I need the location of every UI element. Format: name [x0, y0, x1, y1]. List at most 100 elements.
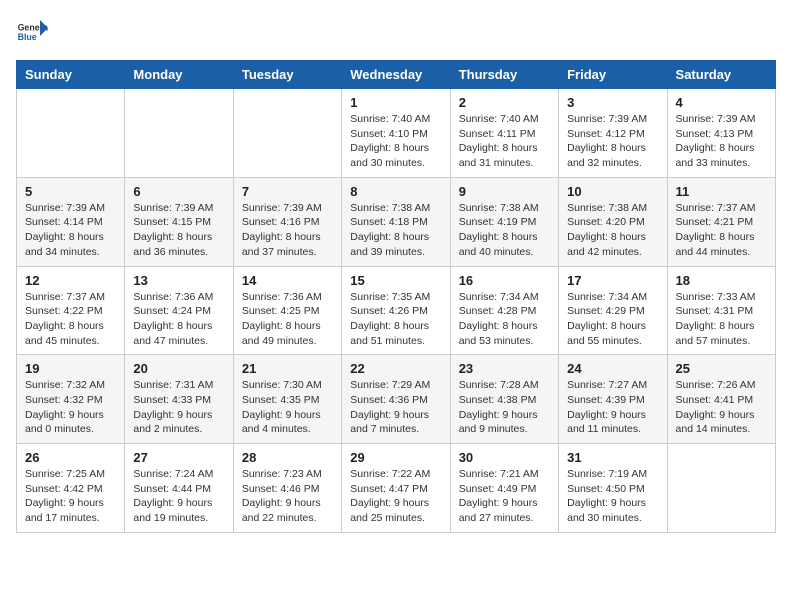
day-info: Sunrise: 7:32 AM Sunset: 4:32 PM Dayligh… [25, 378, 116, 437]
svg-text:Blue: Blue [18, 32, 37, 42]
day-number: 9 [459, 184, 550, 199]
day-info: Sunrise: 7:31 AM Sunset: 4:33 PM Dayligh… [133, 378, 224, 437]
day-number: 17 [567, 273, 658, 288]
day-info: Sunrise: 7:34 AM Sunset: 4:28 PM Dayligh… [459, 290, 550, 349]
header-sunday: Sunday [17, 61, 125, 89]
day-number: 12 [25, 273, 116, 288]
calendar-cell-w1-d1 [17, 89, 125, 178]
day-number: 22 [350, 361, 441, 376]
calendar-cell-w3-d5: 16 Sunrise: 7:34 AM Sunset: 4:28 PM Dayli… [450, 266, 558, 355]
week-row-4: 19Sunrise: 7:32 AM Sunset: 4:32 PM Dayli… [17, 355, 776, 444]
day-info: Sunrise: 7:37 AM Sunset: 4:22 PM Dayligh… [25, 290, 116, 349]
day-info: Sunrise: 7:29 AM Sunset: 4:36 PM Dayligh… [350, 378, 441, 437]
day-info: Sunrise: 7:34 AM Sunset: 4:29 PM Dayligh… [567, 290, 658, 349]
calendar-cell-w5-d5: 30 Sunrise: 7:21 AM Sunset: 4:49 PM Dayli… [450, 444, 558, 533]
day-info: Sunrise: 7:40 AM Sunset: 4:10 PM Dayligh… [350, 112, 441, 171]
calendar-header-row: SundayMondayTuesdayWednesdayThursdayFrid… [17, 61, 776, 89]
calendar-cell-w4-d1: 19Sunrise: 7:32 AM Sunset: 4:32 PM Dayli… [17, 355, 125, 444]
day-info: Sunrise: 7:27 AM Sunset: 4:39 PM Dayligh… [567, 378, 658, 437]
calendar-cell-w5-d4: 29 Sunrise: 7:22 AM Sunset: 4:47 PM Dayli… [342, 444, 450, 533]
page-header: General Blue [16, 16, 776, 48]
header-friday: Friday [559, 61, 667, 89]
calendar-cell-w3-d2: 13 Sunrise: 7:36 AM Sunset: 4:24 PM Dayli… [125, 266, 233, 355]
day-info: Sunrise: 7:21 AM Sunset: 4:49 PM Dayligh… [459, 467, 550, 526]
header-saturday: Saturday [667, 61, 775, 89]
calendar-table: SundayMondayTuesdayWednesdayThursdayFrid… [16, 60, 776, 533]
header-thursday: Thursday [450, 61, 558, 89]
logo: General Blue [16, 16, 48, 48]
week-row-2: 5 Sunrise: 7:39 AM Sunset: 4:14 PM Daylig… [17, 177, 776, 266]
calendar-cell-w4-d4: 22 Sunrise: 7:29 AM Sunset: 4:36 PM Dayli… [342, 355, 450, 444]
day-number: 14 [242, 273, 333, 288]
logo-icon: General Blue [16, 16, 48, 48]
day-number: 24 [567, 361, 658, 376]
calendar-cell-w2-d3: 7 Sunrise: 7:39 AM Sunset: 4:16 PM Daylig… [233, 177, 341, 266]
day-info: Sunrise: 7:39 AM Sunset: 4:16 PM Dayligh… [242, 201, 333, 260]
calendar-cell-w1-d2 [125, 89, 233, 178]
day-number: 21 [242, 361, 333, 376]
calendar-cell-w4-d3: 21 Sunrise: 7:30 AM Sunset: 4:35 PM Dayli… [233, 355, 341, 444]
day-info: Sunrise: 7:25 AM Sunset: 4:42 PM Dayligh… [25, 467, 116, 526]
day-info: Sunrise: 7:30 AM Sunset: 4:35 PM Dayligh… [242, 378, 333, 437]
day-info: Sunrise: 7:36 AM Sunset: 4:25 PM Dayligh… [242, 290, 333, 349]
day-info: Sunrise: 7:39 AM Sunset: 4:14 PM Dayligh… [25, 201, 116, 260]
day-info: Sunrise: 7:37 AM Sunset: 4:21 PM Dayligh… [676, 201, 767, 260]
calendar-cell-w3-d3: 14 Sunrise: 7:36 AM Sunset: 4:25 PM Dayli… [233, 266, 341, 355]
day-info: Sunrise: 7:26 AM Sunset: 4:41 PM Dayligh… [676, 378, 767, 437]
calendar-cell-w5-d3: 28 Sunrise: 7:23 AM Sunset: 4:46 PM Dayli… [233, 444, 341, 533]
day-number: 25 [676, 361, 767, 376]
day-number: 15 [350, 273, 441, 288]
calendar-cell-w2-d5: 9Sunrise: 7:38 AM Sunset: 4:19 PM Daylig… [450, 177, 558, 266]
day-info: Sunrise: 7:28 AM Sunset: 4:38 PM Dayligh… [459, 378, 550, 437]
day-number: 18 [676, 273, 767, 288]
calendar-cell-w2-d2: 6Sunrise: 7:39 AM Sunset: 4:15 PM Daylig… [125, 177, 233, 266]
day-number: 30 [459, 450, 550, 465]
day-number: 28 [242, 450, 333, 465]
day-info: Sunrise: 7:36 AM Sunset: 4:24 PM Dayligh… [133, 290, 224, 349]
day-info: Sunrise: 7:22 AM Sunset: 4:47 PM Dayligh… [350, 467, 441, 526]
day-number: 16 [459, 273, 550, 288]
calendar-cell-w3-d1: 12 Sunrise: 7:37 AM Sunset: 4:22 PM Dayli… [17, 266, 125, 355]
day-number: 5 [25, 184, 116, 199]
day-number: 29 [350, 450, 441, 465]
week-row-3: 12 Sunrise: 7:37 AM Sunset: 4:22 PM Dayli… [17, 266, 776, 355]
calendar-cell-w3-d6: 17 Sunrise: 7:34 AM Sunset: 4:29 PM Dayli… [559, 266, 667, 355]
calendar-cell-w4-d6: 24 Sunrise: 7:27 AM Sunset: 4:39 PM Dayli… [559, 355, 667, 444]
day-number: 23 [459, 361, 550, 376]
day-number: 2 [459, 95, 550, 110]
calendar-cell-w1-d3 [233, 89, 341, 178]
day-info: Sunrise: 7:35 AM Sunset: 4:26 PM Dayligh… [350, 290, 441, 349]
day-info: Sunrise: 7:24 AM Sunset: 4:44 PM Dayligh… [133, 467, 224, 526]
calendar-cell-w3-d7: 18Sunrise: 7:33 AM Sunset: 4:31 PM Dayli… [667, 266, 775, 355]
calendar-cell-w5-d1: 26 Sunrise: 7:25 AM Sunset: 4:42 PM Dayli… [17, 444, 125, 533]
day-number: 27 [133, 450, 224, 465]
day-info: Sunrise: 7:40 AM Sunset: 4:11 PM Dayligh… [459, 112, 550, 171]
header-wednesday: Wednesday [342, 61, 450, 89]
day-number: 8 [350, 184, 441, 199]
calendar-cell-w2-d7: 11 Sunrise: 7:37 AM Sunset: 4:21 PM Dayli… [667, 177, 775, 266]
day-info: Sunrise: 7:19 AM Sunset: 4:50 PM Dayligh… [567, 467, 658, 526]
header-monday: Monday [125, 61, 233, 89]
day-number: 7 [242, 184, 333, 199]
day-info: Sunrise: 7:39 AM Sunset: 4:15 PM Dayligh… [133, 201, 224, 260]
day-info: Sunrise: 7:23 AM Sunset: 4:46 PM Dayligh… [242, 467, 333, 526]
day-number: 31 [567, 450, 658, 465]
calendar-cell-w1-d7: 4Sunrise: 7:39 AM Sunset: 4:13 PM Daylig… [667, 89, 775, 178]
day-number: 11 [676, 184, 767, 199]
calendar-cell-w1-d4: 1 Sunrise: 7:40 AM Sunset: 4:10 PM Daylig… [342, 89, 450, 178]
day-number: 13 [133, 273, 224, 288]
day-info: Sunrise: 7:39 AM Sunset: 4:12 PM Dayligh… [567, 112, 658, 171]
week-row-1: 1 Sunrise: 7:40 AM Sunset: 4:10 PM Daylig… [17, 89, 776, 178]
calendar-cell-w2-d4: 8Sunrise: 7:38 AM Sunset: 4:18 PM Daylig… [342, 177, 450, 266]
header-tuesday: Tuesday [233, 61, 341, 89]
week-row-5: 26 Sunrise: 7:25 AM Sunset: 4:42 PM Dayli… [17, 444, 776, 533]
day-number: 1 [350, 95, 441, 110]
calendar-cell-w5-d6: 31 Sunrise: 7:19 AM Sunset: 4:50 PM Dayli… [559, 444, 667, 533]
calendar-cell-w5-d2: 27 Sunrise: 7:24 AM Sunset: 4:44 PM Dayli… [125, 444, 233, 533]
day-info: Sunrise: 7:39 AM Sunset: 4:13 PM Dayligh… [676, 112, 767, 171]
calendar-cell-w2-d1: 5 Sunrise: 7:39 AM Sunset: 4:14 PM Daylig… [17, 177, 125, 266]
calendar-cell-w4-d2: 20Sunrise: 7:31 AM Sunset: 4:33 PM Dayli… [125, 355, 233, 444]
day-number: 26 [25, 450, 116, 465]
day-number: 3 [567, 95, 658, 110]
day-info: Sunrise: 7:38 AM Sunset: 4:20 PM Dayligh… [567, 201, 658, 260]
